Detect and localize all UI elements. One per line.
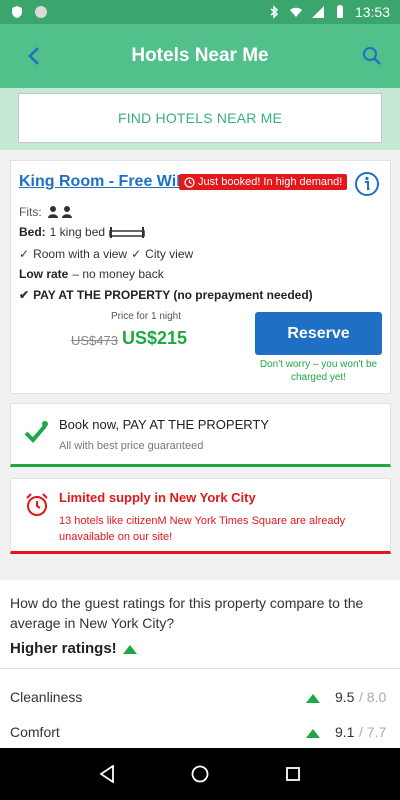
circle-home-icon	[191, 765, 209, 783]
check-icon: ✓	[131, 247, 142, 261]
current-price: US$215	[122, 328, 188, 348]
fits-row: Fits:	[19, 205, 76, 219]
triangle-up-icon	[306, 729, 320, 738]
bed-row: Bed: 1 king bed	[19, 225, 145, 239]
fits-label: Fits:	[19, 205, 42, 219]
alarm-clock-icon	[26, 493, 48, 516]
badge-text: Just booked! In high demand!	[198, 176, 343, 188]
limited-supply-title: Limited supply in New York City	[59, 490, 256, 505]
app-bar: Hotels Near Me	[0, 24, 400, 88]
signal-icon	[311, 6, 324, 18]
chevron-left-icon	[28, 47, 39, 65]
square-recents-icon	[286, 767, 301, 781]
limited-supply-card: Limited supply in New York City 13 hotel…	[10, 478, 391, 554]
system-nav-bar	[0, 748, 400, 800]
room-card: King Room - Free WiFi Just booked! In hi…	[10, 160, 391, 394]
old-price: US$473	[71, 333, 118, 348]
pay-at-property-title: Book now, PAY AT THE PROPERTY	[59, 417, 270, 432]
check-icon: ✔	[19, 288, 30, 302]
pay-at-property-subtitle: All with best price guaranteed	[59, 440, 204, 452]
check-icon: ✓	[19, 247, 30, 261]
circle-icon	[35, 6, 47, 18]
reserve-button[interactable]: Reserve	[255, 312, 382, 355]
shield-icon	[12, 6, 22, 18]
metric-average: / 7.7	[359, 724, 387, 740]
bed-icon	[109, 227, 145, 238]
bed-value: 1 king bed	[49, 225, 106, 239]
low-rate-value: – no money back	[72, 267, 164, 281]
limited-supply-text: 13 hotels like citizenM New York Times S…	[59, 515, 346, 543]
info-icon[interactable]	[354, 171, 380, 197]
bed-label: Bed:	[19, 225, 46, 239]
metric-average: / 8.0	[359, 689, 387, 705]
nav-home-button[interactable]	[188, 762, 212, 786]
pay-at-property-card: Book now, PAY AT THE PROPERTY All with b…	[10, 403, 391, 467]
find-hotels-button[interactable]: FIND HOTELS NEAR ME	[18, 93, 382, 143]
search-icon	[363, 47, 381, 65]
room-title-link[interactable]: King Room - Free WiFi	[19, 173, 190, 191]
checkmark-icon	[24, 421, 48, 443]
higher-ratings: Higher ratings!	[10, 640, 137, 657]
page-title: Hotels Near Me	[131, 45, 269, 66]
metric-name: Comfort	[10, 724, 60, 740]
triangle-back-icon	[99, 765, 114, 783]
battery-icon	[336, 5, 343, 18]
find-hotels-bar: FIND HOTELS NEAR ME	[0, 88, 400, 150]
features-row: ✓ Room with a view ✓ City view	[19, 247, 193, 261]
high-demand-badge: Just booked! In high demand!	[179, 174, 348, 190]
nav-back-button[interactable]	[95, 762, 119, 786]
status-time: 13:53	[354, 4, 390, 20]
status-bar: 13:53	[0, 0, 400, 24]
triangle-up-icon	[122, 644, 137, 654]
bluetooth-icon	[270, 5, 279, 19]
reserve-note: Don't worry – you won't be charged yet!	[259, 359, 378, 383]
divider	[0, 668, 400, 669]
metric-score: 9.1	[335, 724, 355, 740]
price-label: Price for 1 night	[110, 311, 182, 322]
feature-item: City view	[145, 247, 194, 261]
wifi-icon	[289, 7, 302, 17]
triangle-up-icon	[306, 694, 320, 703]
higher-ratings-text: Higher ratings!	[10, 640, 117, 657]
person-icon	[47, 206, 72, 218]
rating-row-cleanliness: Cleanliness 9.5 / 8.0	[0, 684, 400, 714]
nav-recents-button[interactable]	[281, 762, 305, 786]
low-rate-row: Low rate – no money back	[19, 267, 164, 281]
search-button[interactable]	[358, 42, 386, 70]
metric-score: 9.5	[335, 689, 355, 705]
ratings-question: How do the guest ratings for this proper…	[10, 595, 364, 631]
low-rate-label: Low rate	[19, 267, 69, 281]
back-button[interactable]	[20, 42, 48, 70]
clock-icon	[184, 176, 195, 188]
metric-name: Cleanliness	[10, 689, 83, 705]
pay-property-row: ✔ PAY AT THE PROPERTY (no prepayment nee…	[19, 288, 313, 302]
rating-row-comfort: Comfort 9.1 / 7.7	[0, 719, 400, 749]
feature-item: Room with a view	[33, 247, 128, 261]
pay-property-text: PAY AT THE PROPERTY (no prepayment neede…	[33, 288, 313, 302]
